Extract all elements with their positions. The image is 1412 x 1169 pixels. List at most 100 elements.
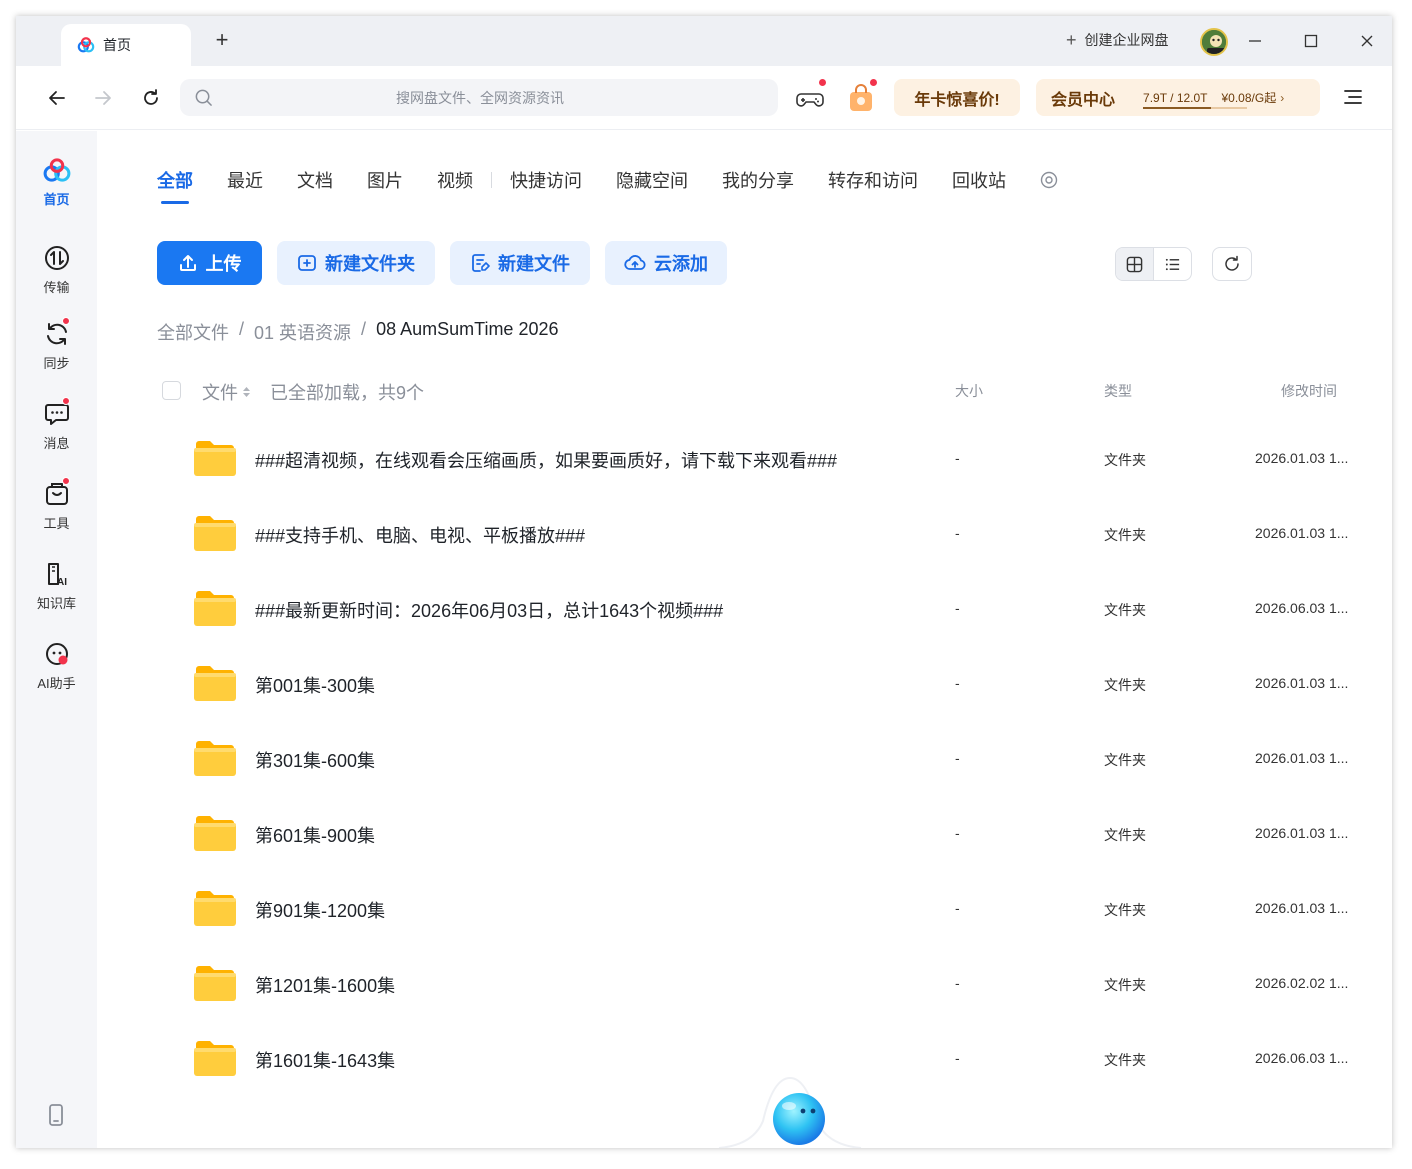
tab-saved-and-visits[interactable]: 转存和访问 [828, 167, 918, 193]
file-name[interactable]: 第001集-300集 [255, 672, 375, 698]
game-center-button[interactable] [795, 78, 827, 113]
avatar[interactable] [1200, 28, 1228, 56]
file-size: - [955, 600, 960, 616]
cloud-add-button[interactable]: 云添加 [605, 241, 727, 285]
file-row[interactable]: ###支持手机、电脑、电视、平板播放### - 文件夹 2026.01.03 1… [157, 498, 1367, 573]
file-name[interactable]: ###最新更新时间：2026年06月03日，总计1643个视频### [255, 597, 723, 623]
main-content: 全部 最近 文档 图片 视频 快捷访问 隐藏空间 我的分享 转存和访问 回收站 … [97, 131, 1392, 1148]
tab-recent[interactable]: 最近 [227, 167, 263, 193]
sort-by-file-button[interactable]: 文件 [202, 379, 251, 405]
breadcrumb-root[interactable]: 全部文件 [157, 319, 229, 345]
folder-icon [194, 666, 236, 701]
file-size: - [955, 825, 960, 841]
mobile-app-button[interactable] [46, 1104, 68, 1128]
upload-button[interactable]: 上传 [157, 241, 262, 285]
file-name[interactable]: ###超清视频，在线观看会压缩画质，如果要画质好，请下载下来观看### [255, 447, 837, 473]
maximize-button[interactable] [1298, 28, 1324, 54]
sidebar-item-label: AI助手 [37, 676, 76, 691]
sidebar-item-transfer[interactable]: 传输 [16, 243, 97, 296]
message-icon [42, 397, 72, 429]
file-name[interactable]: 第1601集-1643集 [255, 1047, 395, 1073]
grid-view-button[interactable] [1116, 248, 1154, 280]
create-enterprise-label: 创建企业网盘 [1084, 32, 1169, 48]
new-tab-button[interactable]: + [210, 28, 234, 52]
minimize-button[interactable] [1242, 28, 1268, 54]
load-status: 已全部加载，共9个 [270, 383, 425, 403]
file-name[interactable]: ###支持手机、电脑、电视、平板播放### [255, 522, 585, 548]
file-name[interactable]: 第601集-900集 [255, 822, 375, 848]
file-row[interactable]: 第601集-900集 - 文件夹 2026.01.03 1... [157, 798, 1367, 873]
file-name[interactable]: 第301集-600集 [255, 747, 375, 773]
search-input[interactable] [220, 79, 740, 116]
minimize-icon [1249, 40, 1261, 42]
reload-button[interactable] [139, 86, 163, 110]
new-folder-button[interactable]: 新建文件夹 [277, 241, 435, 285]
sidebar-item-ai-assistant[interactable]: AI助手 [16, 639, 97, 692]
file-size: - [955, 900, 960, 916]
sidebar-item-sync[interactable]: 同步 [16, 317, 97, 372]
main-menu-button[interactable] [1342, 86, 1366, 110]
file-modified-time: 2026.01.03 1... [1255, 825, 1349, 841]
tab-quick-access[interactable]: 快捷访问 [510, 167, 582, 193]
plus-icon: + [1066, 30, 1077, 50]
refresh-button[interactable] [1212, 247, 1252, 281]
file-row[interactable]: ###最新更新时间：2026年06月03日，总计1643个视频### - 文件夹… [157, 573, 1367, 648]
gift-shop-button[interactable] [846, 78, 878, 113]
tab-home[interactable]: 首页 [61, 24, 191, 66]
knowledge-icon: AI [42, 559, 72, 589]
gamepad-icon [796, 93, 824, 107]
sidebar-item-tools[interactable]: 工具 [16, 477, 97, 532]
tab-settings-icon[interactable] [1040, 171, 1058, 189]
tab-hidden-space[interactable]: 隐藏空间 [616, 167, 688, 193]
sidebar-item-home[interactable]: 首页 [16, 155, 97, 208]
file-row[interactable]: 第1201集-1600集 - 文件夹 2026.02.02 1... [157, 948, 1367, 1023]
breadcrumb-level1[interactable]: 01 英语资源 [254, 319, 351, 345]
file-row[interactable]: 第301集-600集 - 文件夹 2026.01.03 1... [157, 723, 1367, 798]
sidebar-item-knowledge[interactable]: AI 知识库 [16, 559, 97, 612]
folder-icon [194, 516, 236, 551]
new-file-button[interactable]: 新建文件 [450, 241, 590, 285]
ai-assistant-float-button[interactable] [717, 1066, 863, 1148]
tab-my-shares[interactable]: 我的分享 [722, 167, 794, 193]
file-modified-time: 2026.02.02 1... [1255, 975, 1349, 991]
back-button[interactable] [45, 86, 69, 110]
category-tabs: 全部 最近 文档 图片 视频 快捷访问 隐藏空间 我的分享 转存和访问 回收站 [157, 167, 1058, 204]
file-name[interactable]: 第1201集-1600集 [255, 972, 395, 998]
folder-icon [194, 816, 236, 851]
forward-button[interactable] [91, 86, 115, 110]
tab-all[interactable]: 全部 [157, 167, 193, 204]
sidebar-item-label: 首页 [43, 192, 70, 207]
file-row[interactable]: 第901集-1200集 - 文件夹 2026.01.03 1... [157, 873, 1367, 948]
shopping-bag-icon [850, 84, 872, 111]
breadcrumb: 全部文件 / 01 英语资源 / 08 AumSumTime 2026 [157, 319, 559, 345]
search-box[interactable] [180, 79, 778, 116]
file-row[interactable]: ###超清视频，在线观看会压缩画质，如果要画质好，请下载下来观看### - 文件… [157, 423, 1367, 498]
file-list: ###超清视频，在线观看会压缩画质，如果要画质好，请下载下来观看### - 文件… [157, 423, 1367, 1098]
file-name[interactable]: 第901集-1200集 [255, 897, 385, 923]
sidebar-item-messages[interactable]: 消息 [16, 397, 97, 452]
list-view-button[interactable] [1154, 248, 1192, 280]
file-modified-time: 2026.06.03 1... [1255, 600, 1349, 616]
select-all-checkbox[interactable] [162, 381, 181, 400]
column-type[interactable]: 类型 [1104, 381, 1132, 401]
app-window: 首页 + + 创建企业网盘 搜网盘文件、全网资源资讯 年卡惊喜价! 会员中心 7… [16, 16, 1392, 1148]
tab-documents[interactable]: 文档 [297, 167, 333, 193]
close-window-button[interactable] [1354, 28, 1380, 54]
column-modified-time[interactable]: 修改时间 [1281, 381, 1337, 401]
column-size[interactable]: 大小 [955, 381, 983, 401]
tab-recycle-bin[interactable]: 回收站 [952, 167, 1006, 193]
storage-progress-bar [1143, 106, 1248, 109]
close-icon [1361, 35, 1373, 47]
table-header: 文件 已全部加载，共9个 大小 类型 修改时间 [157, 379, 1367, 403]
sidebar-item-label: 传输 [43, 280, 70, 295]
sidebar-item-label: 工具 [43, 516, 70, 531]
tab-images[interactable]: 图片 [367, 167, 403, 193]
vip-center-button[interactable]: 会员中心 7.9T / 12.0T ¥0.08/G起 › [1036, 79, 1320, 116]
new-folder-icon [298, 255, 316, 271]
create-enterprise-button[interactable]: + 创建企业网盘 [1066, 30, 1169, 50]
notification-dot [61, 477, 70, 485]
file-row[interactable]: 第001集-300集 - 文件夹 2026.01.03 1... [157, 648, 1367, 723]
tab-videos[interactable]: 视频 [437, 167, 473, 193]
arrow-left-icon [49, 91, 65, 105]
annual-promo-button[interactable]: 年卡惊喜价! [894, 79, 1020, 116]
